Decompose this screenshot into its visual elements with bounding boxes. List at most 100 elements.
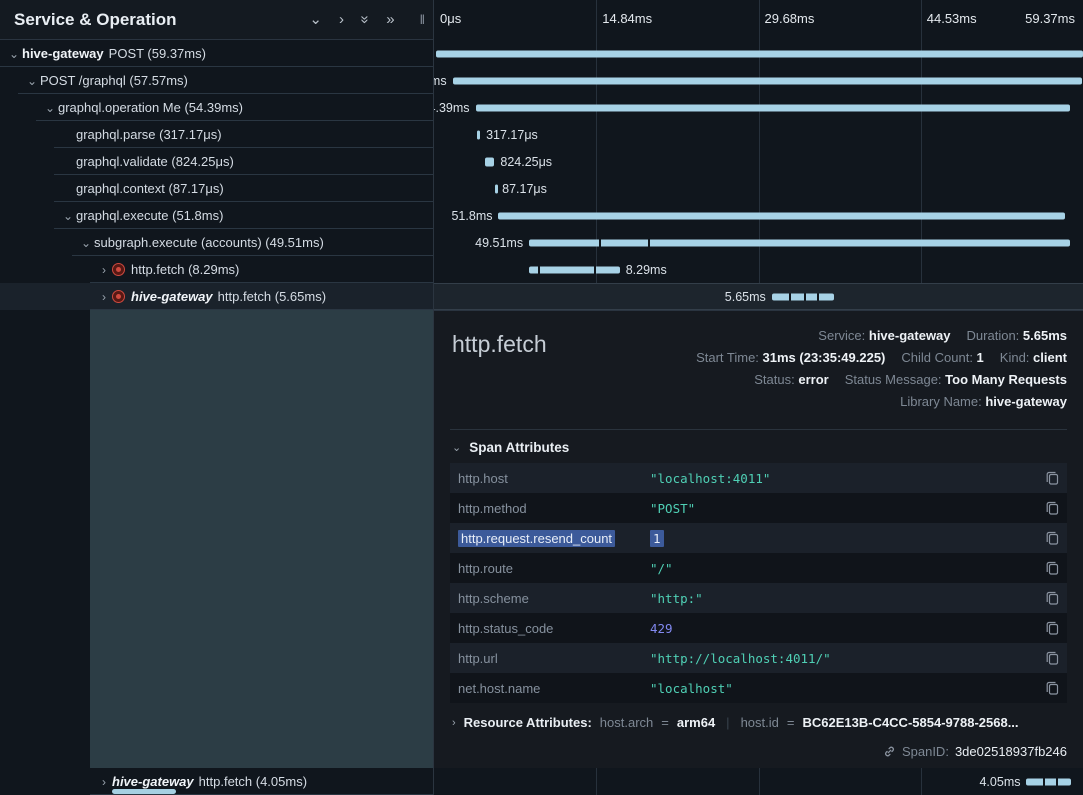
meta-item: Child Count: 1 [901, 350, 983, 365]
tree-row[interactable]: ⌄graphql.operation Me (54.39ms) [0, 94, 433, 121]
copy-icon[interactable] [1037, 531, 1067, 545]
attribute-value-text: 1 [650, 530, 664, 547]
timeline-row: 8.29ms [434, 256, 1083, 283]
bar-segment-tick [1056, 778, 1058, 785]
tree-row[interactable]: ⌄POST /graphql (57.57ms) [0, 67, 433, 94]
meta-key: Kind: [1000, 350, 1033, 365]
span-duration-bar[interactable] [498, 212, 1064, 219]
meta-value: 5.65ms [1023, 328, 1067, 343]
tree-row[interactable]: graphql.validate (824.25μs) [0, 148, 433, 175]
tree-row[interactable]: ›http.fetch (8.29ms) [0, 256, 433, 283]
span-duration-bar[interactable] [485, 157, 494, 166]
attribute-value: "POST" [650, 501, 1037, 516]
timeline-rows: 57.57ms54.39ms317.17μs824.25μs87.17μs51.… [434, 40, 1083, 310]
duration-label: 4.05ms [979, 775, 1026, 789]
meta-item: Status: error [754, 372, 828, 387]
collapse-all-icon[interactable]: » [386, 12, 394, 27]
chevron-right-icon[interactable]: › [96, 290, 112, 304]
bar-segment-tick [817, 293, 819, 300]
selected-subtree-region [90, 310, 433, 768]
meta-item: Duration: 5.65ms [967, 328, 1067, 343]
span-label: graphql.operation Me (54.39ms) [58, 100, 243, 115]
copy-icon[interactable] [1037, 591, 1067, 605]
collapse-one-icon[interactable]: ⌄ [309, 12, 322, 27]
copy-icon[interactable] [1037, 561, 1067, 575]
attribute-value-text: "localhost" [650, 681, 733, 696]
chevron-down-icon[interactable]: ⌄ [6, 47, 22, 61]
span-label: graphql.execute (51.8ms) [76, 208, 223, 223]
copy-icon[interactable] [1037, 651, 1067, 665]
meta-key: Start Time: [696, 350, 762, 365]
tree-row[interactable]: ⌄subgraph.execute (accounts) (49.51ms) [0, 229, 433, 256]
resource-equals: = [787, 715, 795, 730]
meta-value: error [798, 372, 828, 387]
horizontal-scrollbar[interactable] [112, 789, 176, 794]
copy-icon[interactable] [1037, 471, 1067, 485]
tree-row[interactable]: ›hive-gatewayhttp.fetch (4.05ms) [0, 768, 433, 795]
copy-icon[interactable] [1037, 501, 1067, 515]
span-duration-bar[interactable] [529, 239, 1070, 246]
resource-key: host.arch [600, 715, 653, 730]
span-attributes-header[interactable]: ⌄ Span Attributes [452, 440, 569, 455]
span-label: subgraph.execute (accounts) (49.51ms) [94, 235, 324, 250]
span-duration-bar[interactable] [453, 77, 1082, 84]
meta-value: 1 [977, 350, 984, 365]
resource-separator: | [723, 715, 732, 730]
duration-label: 8.29ms [626, 263, 667, 277]
duration-label: 54.39ms [434, 101, 476, 115]
error-icon [112, 263, 125, 276]
attribute-key: http.request.resend_count [450, 531, 650, 546]
panel-splitter-handle[interactable]: ‖ [420, 12, 425, 27]
attribute-row: http.scheme"http:" [450, 583, 1067, 613]
timeline-row [434, 40, 1083, 67]
chevron-right-icon[interactable]: › [96, 263, 112, 277]
span-duration-bar[interactable] [436, 50, 1083, 57]
meta-item: Start Time: 31ms (23:35:49.225) [696, 350, 885, 365]
chevron-down-icon: ⌄ [452, 441, 461, 454]
span-attributes-table: http.host"localhost:4011"http.method"POS… [450, 463, 1067, 703]
tree-row[interactable]: ›hive-gatewayhttp.fetch (5.65ms) [0, 283, 433, 310]
resource-equals: = [661, 715, 669, 730]
timeline-row: 824.25μs [434, 148, 1083, 175]
chevron-down-icon[interactable]: ⌄ [42, 101, 58, 115]
span-label: graphql.parse (317.17μs) [76, 127, 222, 142]
tree-row[interactable]: graphql.parse (317.17μs) [0, 121, 433, 148]
meta-line: Service: hive-gateway Duration: 5.65ms [696, 325, 1067, 347]
attribute-key: http.url [450, 651, 650, 666]
attribute-key: http.status_code [450, 621, 650, 636]
expand-one-icon[interactable]: › [339, 12, 344, 27]
span-duration-bar[interactable] [495, 184, 498, 193]
copy-icon[interactable] [1037, 621, 1067, 635]
chevron-right-icon[interactable]: › [96, 775, 112, 789]
attribute-value: "/" [650, 561, 1037, 576]
span-duration-bar[interactable] [529, 266, 620, 273]
attribute-value-text: 429 [650, 621, 673, 636]
meta-value: 31ms (23:35:49.225) [763, 350, 886, 365]
attribute-value: 429 [650, 621, 1037, 636]
tree-header: Service & Operation ⌄ › » » ‖ [0, 0, 433, 40]
span-duration-bar[interactable] [1026, 778, 1070, 785]
attribute-value: "localhost:4011" [650, 471, 1037, 486]
tree-row[interactable]: ⌄hive-gatewayPOST (59.37ms) [0, 40, 433, 67]
timeline-bottom-row: 4.05ms [434, 768, 1083, 795]
tree-row[interactable]: graphql.context (87.17μs) [0, 175, 433, 202]
chevron-down-icon[interactable]: ⌄ [60, 209, 76, 223]
span-label: graphql.context (87.17μs) [76, 181, 224, 196]
span-duration-bar[interactable] [477, 130, 480, 139]
selected-text: http.request.resend_count [458, 530, 615, 547]
copy-icon[interactable] [1037, 681, 1067, 695]
span-duration-bar[interactable] [772, 293, 834, 300]
meta-item: Service: hive-gateway [818, 328, 950, 343]
attribute-value-text: "/" [650, 561, 673, 576]
duration-label: 49.51ms [475, 236, 529, 250]
attribute-value-text: "http:" [650, 591, 703, 606]
tree-row[interactable]: ⌄graphql.execute (51.8ms) [0, 202, 433, 229]
attribute-value: 1 [650, 531, 1037, 546]
expand-all-icon[interactable]: » [358, 15, 373, 23]
resource-attributes-row[interactable]: › Resource Attributes: host.arch=arm64|h… [452, 715, 1073, 730]
chevron-down-icon[interactable]: ⌄ [24, 74, 40, 88]
bar-segment-tick [594, 266, 596, 273]
chevron-down-icon[interactable]: ⌄ [78, 236, 94, 250]
resource-attributes-label: Resource Attributes: [464, 715, 592, 730]
span-duration-bar[interactable] [476, 104, 1071, 111]
